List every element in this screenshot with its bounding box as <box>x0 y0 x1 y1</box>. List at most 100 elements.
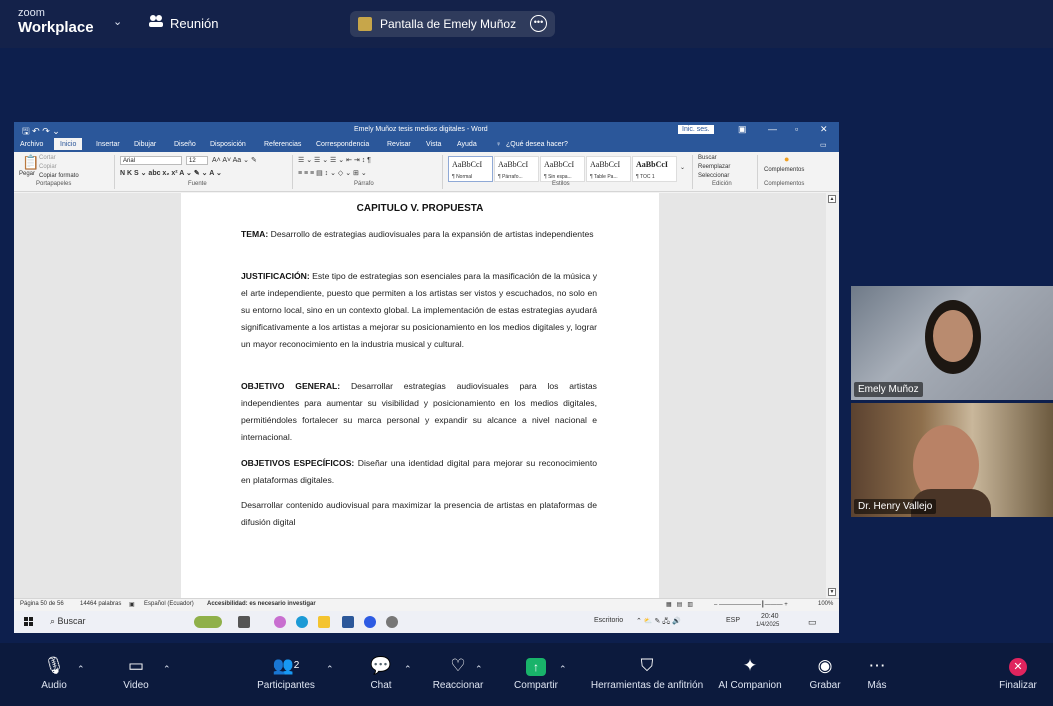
word-title-bar: 🖫 ↶ ↷ ⌄ Emely Muñoz tesis medios digital… <box>14 122 839 138</box>
document-page[interactable]: CAPITULO V. PROPUESTA TEMA: Desarrollo d… <box>181 193 659 598</box>
font-size-buttons[interactable]: A˄ A˅ Aa ⌄ ✎ <box>212 156 257 164</box>
style-table-paragraph[interactable]: AaBbCcI ¶ Table Pa... <box>586 156 631 182</box>
audio-button[interactable]: 🎙 Audio <box>36 652 72 691</box>
style-parrafo[interactable]: AaBbCcI ¶ Párrafo... <box>494 156 539 182</box>
close-icon[interactable]: ✕ <box>820 124 828 135</box>
screen-share-pill[interactable]: Pantalla de Emely Muñoz ••• <box>350 11 555 37</box>
settings-icon[interactable] <box>386 616 398 628</box>
zoom-top-bar: zoom Workplace ⌄ Reunión Pantalla de Eme… <box>0 0 1053 48</box>
ai-companion-button[interactable]: ✦ AI Companion <box>716 652 784 691</box>
format-painter-button[interactable]: Copiar formato <box>39 173 79 179</box>
font-size-select[interactable]: 12 <box>186 156 208 165</box>
chevron-down-icon[interactable]: ⌄ <box>113 15 122 28</box>
paste-icon[interactable]: 📋 <box>22 154 39 171</box>
tab-inicio[interactable]: Inicio <box>54 138 83 150</box>
tab-ayuda[interactable]: Ayuda <box>457 141 477 148</box>
view-buttons[interactable]: ▦ ▤ ▥ <box>666 601 693 608</box>
word-count[interactable]: 14464 palabras <box>80 601 121 607</box>
record-button[interactable]: ◉ Grabar <box>805 652 845 691</box>
page-count[interactable]: Página 50 de 56 <box>20 601 64 607</box>
desktop-label[interactable]: Escritorio <box>594 617 623 624</box>
font-name-select[interactable]: Arial <box>120 156 182 165</box>
font-group-label: Fuente <box>188 181 207 187</box>
edge-icon[interactable] <box>296 616 308 628</box>
vertical-scrollbar[interactable]: ▲ ▼ <box>826 193 839 598</box>
tab-insertar[interactable]: Insertar <box>96 141 120 148</box>
zoom-taskbar-icon[interactable] <box>364 616 376 628</box>
audio-options-chevron-icon[interactable]: ⌃ <box>77 664 85 675</box>
tab-diseno[interactable]: Diseño <box>174 141 196 148</box>
word-window-title: Emely Muñoz tesis medios digitales - Wor… <box>354 126 488 133</box>
clock-date[interactable]: 1/4/2025 <box>756 622 779 628</box>
more-options-icon[interactable]: ••• <box>530 15 547 32</box>
host-tools-button[interactable]: ⛉ Herramientas de anfitrión <box>582 652 712 691</box>
maximize-icon[interactable]: ▫ <box>795 124 798 134</box>
tab-correspondencia[interactable]: Correspondencia <box>316 141 369 148</box>
cut-button[interactable]: Cortar <box>39 155 56 161</box>
tab-disposicion[interactable]: Disposición <box>210 141 246 148</box>
end-meeting-button[interactable]: ✕ Finalizar <box>992 652 1044 691</box>
zoom-level[interactable]: 100% <box>818 601 833 607</box>
style-sin-espaciado[interactable]: AaBbCcI ¶ Sin espa... <box>540 156 585 182</box>
video-options-chevron-icon[interactable]: ⌃ <box>163 664 171 675</box>
addins-button[interactable]: Complementos <box>764 167 804 173</box>
chapter-heading: CAPITULO V. PROPUESTA <box>356 203 484 214</box>
find-button[interactable]: Buscar <box>698 155 717 161</box>
list-buttons[interactable]: ☰ ⌄ ☰ ⌄ ☰ ⌄ ⇤ ⇥ ↕ ¶ <box>298 156 371 164</box>
meeting-label[interactable]: Reunión <box>170 16 218 31</box>
system-tray-icons[interactable]: ⌃ ⛅ ✎ 🖧 🔊 <box>636 617 681 628</box>
editing-group-label: Edición <box>712 181 732 187</box>
taskbar-search[interactable]: ⌕ Buscar <box>50 616 86 627</box>
ribbon-display-icon[interactable]: ▣ <box>738 124 747 135</box>
share-app-icon <box>358 17 372 31</box>
paste-button[interactable]: Pegar <box>19 171 35 177</box>
video-button[interactable]: ▭ Video <box>116 652 156 691</box>
task-view-icon[interactable] <box>238 616 250 628</box>
word-status-bar: Página 50 de 56 14464 palabras ▣ Español… <box>14 598 839 611</box>
style-normal[interactable]: AaBbCcI ¶ Normal <box>448 156 493 182</box>
copy-button[interactable]: Copiar <box>39 164 57 170</box>
signin-button[interactable]: Inic. ses. <box>678 125 714 134</box>
more-button[interactable]: ⋯ Más <box>862 652 892 691</box>
paragraph-contenido: Desarrollar contenido audiovisual para m… <box>241 500 597 527</box>
comments-icon[interactable]: ▭ <box>820 141 827 149</box>
participants-options-chevron-icon[interactable]: ⌃ <box>326 664 334 675</box>
widgets-icon[interactable] <box>194 616 222 628</box>
minimize-icon[interactable]: — <box>768 124 777 134</box>
accessibility-status[interactable]: Accesibilidad: es necesario investigar <box>207 601 316 607</box>
share-button[interactable]: ↑ Compartir <box>506 652 566 691</box>
windows-start-icon[interactable] <box>24 617 34 627</box>
participant-video[interactable]: Dr. Henry Vallejo <box>851 403 1053 517</box>
meeting-controls: 🎙 Audio ⌃ ▭ Video ⌃ 👥2 Participantes ⌃ 💬… <box>0 652 1053 706</box>
addins-icon: ● <box>784 154 790 164</box>
alignment-buttons[interactable]: ≡ ≡ ≡ ▤ ↕ ⌄ ◇ ⌄ ⊞ ⌄ <box>298 169 367 177</box>
select-button[interactable]: Seleccionar <box>698 173 729 179</box>
tab-referencias[interactable]: Referencias <box>264 141 301 148</box>
tab-dibujar[interactable]: Dibujar <box>134 141 156 148</box>
tell-me-field[interactable]: ¿Qué desea hacer? <box>506 141 568 148</box>
scroll-down-icon[interactable]: ▼ <box>828 588 836 596</box>
file-explorer-icon[interactable] <box>318 616 330 628</box>
replace-button[interactable]: Reemplazar <box>698 164 730 170</box>
font-format-buttons[interactable]: N K S ⌄ abc x₂ x² A ⌄ ✎ ⌄ A ⌄ <box>120 169 222 177</box>
scroll-up-icon[interactable]: ▲ <box>828 195 836 203</box>
language-indicator[interactable]: ESP <box>726 617 740 624</box>
participant-video[interactable]: Emely Muñoz <box>851 286 1053 400</box>
notifications-icon[interactable]: ▭ <box>808 617 817 628</box>
react-options-chevron-icon[interactable]: ⌃ <box>475 664 483 675</box>
tab-revisar[interactable]: Revisar <box>387 141 411 148</box>
chat-options-chevron-icon[interactable]: ⌃ <box>404 664 412 675</box>
tab-vista[interactable]: Vista <box>426 141 441 148</box>
language-status[interactable]: Español (Ecuador) <box>144 601 194 607</box>
clock-time[interactable]: 20:40 <box>761 613 779 620</box>
tab-archivo[interactable]: Archivo <box>20 141 43 148</box>
proofing-icon[interactable]: ▣ <box>129 601 135 608</box>
zoom-slider[interactable]: – ———————┃——— + <box>714 601 788 608</box>
copilot-icon[interactable] <box>274 616 286 628</box>
participants-button[interactable]: 👥2 Participantes <box>252 652 320 691</box>
style-toc1[interactable]: AaBbCcI ¶ TOC 1 <box>632 156 677 182</box>
share-options-chevron-icon[interactable]: ⌃ <box>559 664 567 675</box>
word-taskbar-icon[interactable] <box>342 616 354 628</box>
styles-more-icon[interactable]: ⌄ <box>680 164 685 171</box>
chat-button[interactable]: 💬 Chat <box>366 652 396 691</box>
